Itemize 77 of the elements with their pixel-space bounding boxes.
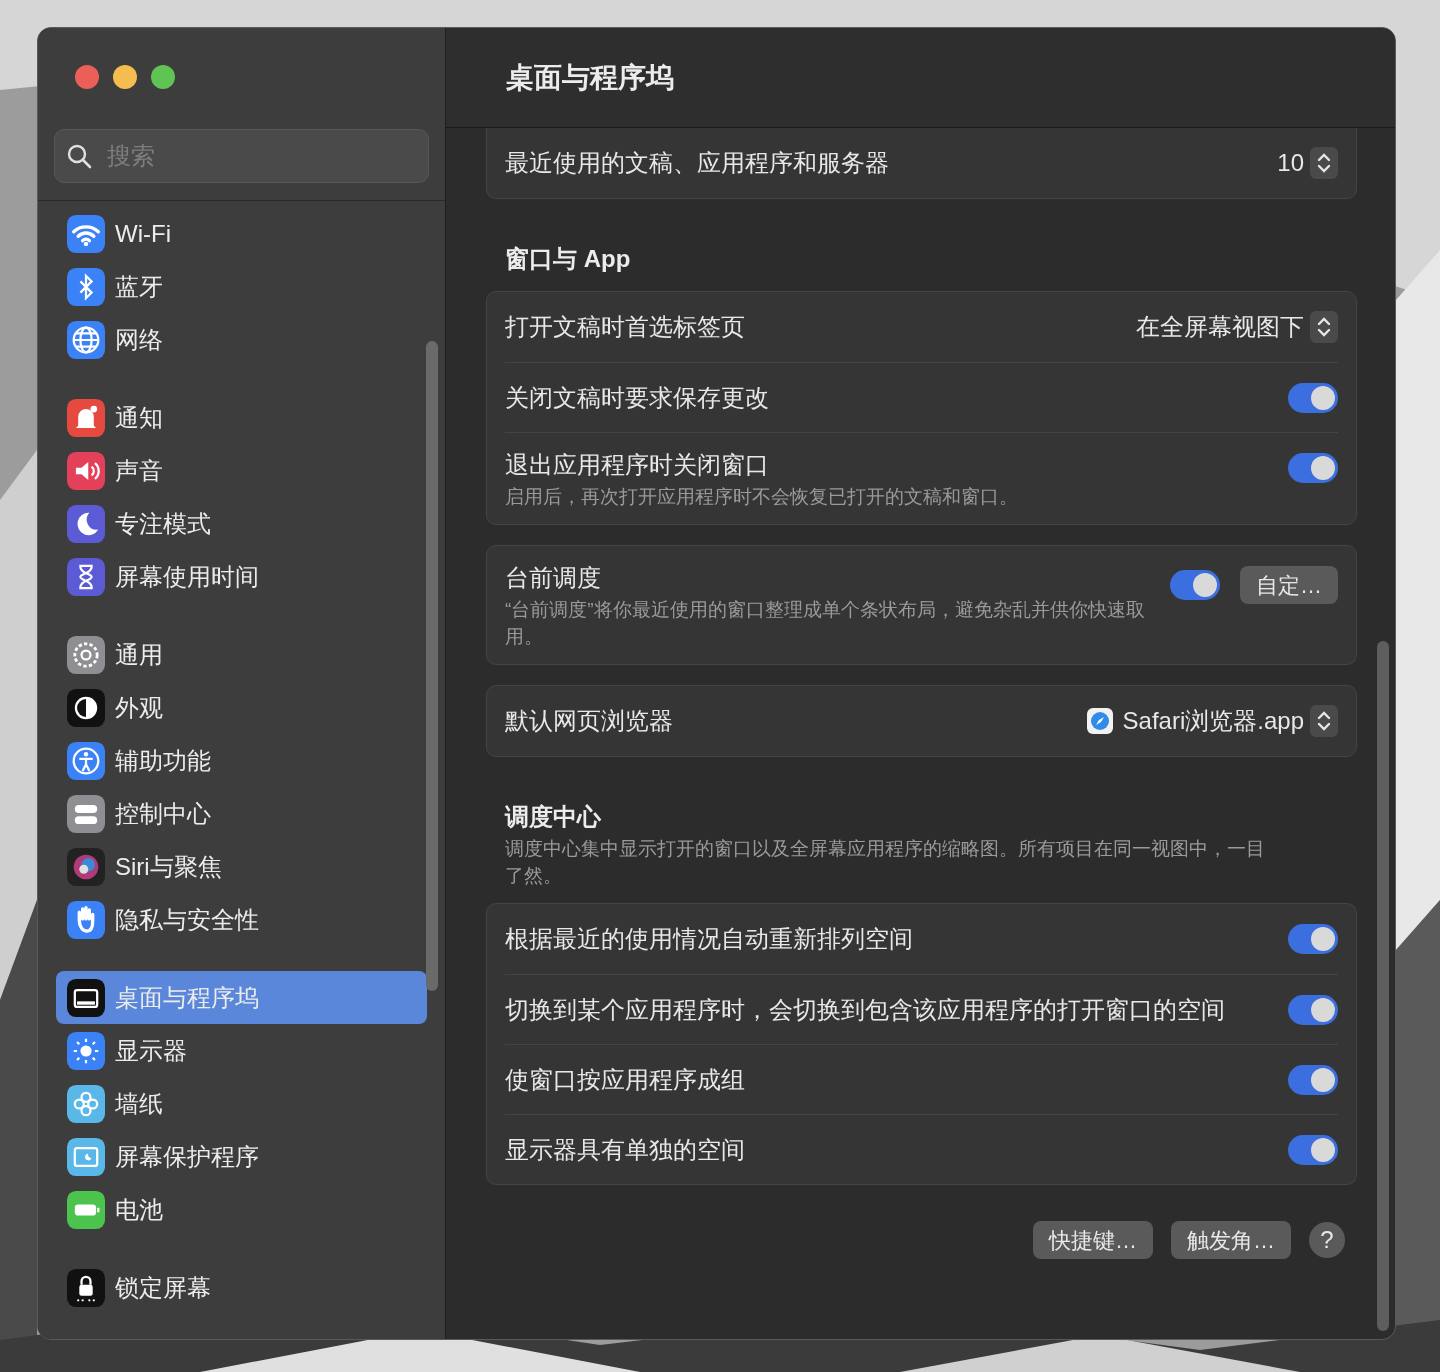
- battery-icon: [67, 1190, 105, 1229]
- setting-label: 显示器具有单独的空间: [505, 1134, 745, 1165]
- footer-button[interactable]: 触发角…: [1171, 1221, 1291, 1259]
- moon-icon: [67, 504, 105, 543]
- zoom-button[interactable]: [151, 65, 175, 89]
- appearance-icon: [67, 688, 105, 727]
- sidebar-item[interactable]: 辅助功能: [56, 734, 427, 787]
- popup-button[interactable]: 在全屏幕视图下: [1136, 309, 1338, 345]
- stepper-icon: [1310, 311, 1338, 343]
- speaker-icon: [67, 451, 105, 490]
- stepper-icon: [1310, 705, 1338, 737]
- section-heading: 调度中心: [505, 802, 602, 832]
- orb-icon: [67, 847, 105, 886]
- window-title: 桌面与程序坞: [506, 60, 674, 95]
- dock-icon: [67, 978, 105, 1017]
- padlock-icon: [67, 1268, 105, 1307]
- sun-icon: [67, 1031, 105, 1070]
- close-button[interactable]: [75, 65, 99, 89]
- toggle-switch[interactable]: [1288, 382, 1338, 413]
- sidebar-item[interactable]: 显示器: [56, 1024, 427, 1077]
- popup-button[interactable]: Safari浏览器.app: [1086, 703, 1338, 739]
- sidebar-item[interactable]: 电池: [56, 1183, 427, 1236]
- setting-label: 最近使用的文稿、应用程序和服务器: [505, 148, 889, 178]
- screen-icon: [67, 1137, 105, 1176]
- toggle-switch[interactable]: [1288, 994, 1338, 1025]
- footer-button[interactable]: 快捷键…: [1033, 1221, 1153, 1259]
- setting-description: “台前调度”将你最近使用的窗口整理成单个条状布局，避免杂乱并供你快速取用。: [505, 598, 1146, 649]
- sidebar-item[interactable]: 屏幕保护程序: [56, 1130, 427, 1183]
- setting-label: 台前调度: [505, 563, 602, 593]
- stepper-icon: [1310, 147, 1338, 179]
- scrollbar[interactable]: [1377, 641, 1389, 1331]
- customize-button[interactable]: 自定…: [1240, 566, 1338, 604]
- popup-button[interactable]: 10: [1277, 145, 1338, 181]
- sidebar-item[interactable]: 通用: [56, 628, 427, 681]
- toggle-switch[interactable]: [1288, 1064, 1338, 1095]
- setting-label: 切换到某个应用程序时，会切换到包含该应用程序的打开窗口的空间: [505, 994, 1225, 1025]
- sidebar-item[interactable]: 隐私与安全性: [56, 893, 427, 946]
- sidebar-item[interactable]: 通知: [56, 391, 427, 444]
- toggle-switch[interactable]: [1170, 570, 1220, 600]
- gear-icon: [67, 635, 105, 674]
- sidebar-item[interactable]: 墙纸: [56, 1077, 427, 1130]
- sidebar-item[interactable]: 蓝牙: [56, 260, 427, 313]
- bluetooth-icon: [67, 267, 105, 306]
- scrollbar[interactable]: [426, 341, 438, 991]
- help-button[interactable]: ?: [1309, 1222, 1345, 1258]
- sidebar-item[interactable]: 专注模式: [56, 497, 427, 550]
- flower-icon: [67, 1084, 105, 1123]
- sidebar-item[interactable]: Wi-Fi: [56, 207, 427, 260]
- switches-icon: [67, 794, 105, 833]
- hourglass-icon: [67, 557, 105, 596]
- wifi-icon: [67, 214, 105, 253]
- sidebar-item[interactable]: 锁定屏幕: [56, 1261, 427, 1314]
- sidebar-item[interactable]: 控制中心: [56, 787, 427, 840]
- setting-label: 使窗口按应用程序成组: [505, 1064, 745, 1095]
- search-icon: [66, 143, 92, 169]
- toggle-switch[interactable]: [1288, 1134, 1338, 1165]
- toggle-switch[interactable]: [1288, 453, 1338, 483]
- sidebar-item[interactable]: 网络: [56, 313, 427, 366]
- setting-label: 打开文稿时首选标签页: [505, 312, 745, 342]
- sidebar-item[interactable]: 屏幕使用时间: [56, 550, 427, 603]
- setting-description: 启用后，再次打开应用程序时不会恢复已打开的文稿和窗口。: [505, 485, 1018, 509]
- bell-icon: [67, 398, 105, 437]
- hand-icon: [67, 900, 105, 939]
- compass-icon: [1086, 708, 1113, 734]
- section-description: 调度中心集中显示打开的窗口以及全屏幕应用程序的缩略图。所有项目在同一视图中，一目了然。: [505, 837, 1266, 888]
- sidebar-item[interactable]: Siri与聚焦: [56, 840, 427, 893]
- section-heading: 窗口与 App: [505, 244, 632, 274]
- toggle-switch[interactable]: [1288, 924, 1338, 954]
- setting-label: 默认网页浏览器: [505, 706, 673, 736]
- globe-icon: [67, 320, 105, 359]
- minimize-button[interactable]: [113, 65, 137, 89]
- setting-label: 关闭文稿时要求保存更改: [505, 382, 769, 413]
- sidebar-item[interactable]: 声音: [56, 444, 427, 497]
- accessibility-icon: [67, 741, 105, 780]
- sidebar-item[interactable]: 外观: [56, 681, 427, 734]
- setting-label: 根据最近的使用情况自动重新排列空间: [505, 924, 913, 954]
- setting-label: 退出应用程序时关闭窗口: [505, 450, 770, 480]
